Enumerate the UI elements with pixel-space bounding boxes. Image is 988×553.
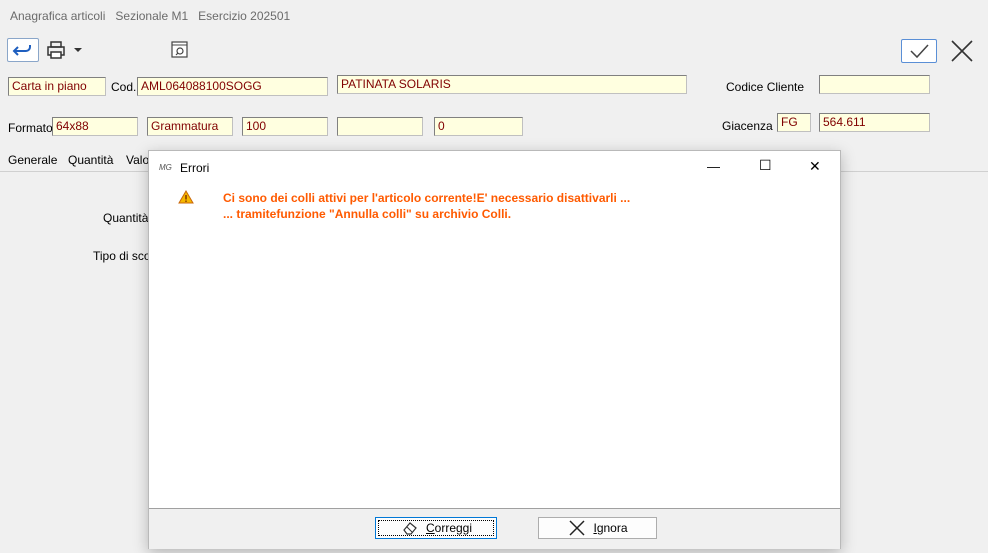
codice-articolo-field[interactable]: AML064088100SOGG bbox=[137, 77, 328, 96]
tipo-sconto-label: Tipo di sco bbox=[93, 249, 151, 263]
dialog-footer: Correggi Ignora bbox=[149, 508, 840, 549]
tab-valori[interactable]: Valo bbox=[126, 153, 149, 167]
descrizione-field[interactable]: PATINATA SOLARIS bbox=[337, 75, 687, 94]
printer-icon bbox=[47, 41, 82, 59]
maximize-button[interactable]: ☐ bbox=[759, 157, 772, 174]
x-icon bbox=[569, 520, 585, 536]
quantita-label: Quantità bbox=[103, 211, 149, 225]
errori-dialog: MG Errori — ☐ ✕ Ci sono dei colli attivi… bbox=[148, 150, 841, 549]
tab-generale[interactable]: Generale bbox=[8, 153, 57, 167]
check-icon bbox=[910, 44, 929, 59]
tipo-articolo-field[interactable]: Carta in piano bbox=[8, 77, 106, 96]
ignora-label: Ignora bbox=[593, 521, 628, 535]
dialog-title: Errori bbox=[180, 161, 210, 175]
giacenza-um-field[interactable]: FG bbox=[777, 113, 811, 132]
app-logo-icon: MG bbox=[159, 163, 172, 172]
tab-quantita[interactable]: Quantità bbox=[68, 153, 113, 167]
dialog-close-button[interactable]: ✕ bbox=[809, 158, 821, 175]
giacenza-label: Giacenza bbox=[722, 119, 773, 133]
dialog-titlebar: MG Errori — ☐ ✕ bbox=[149, 151, 840, 183]
codice-cliente-field[interactable] bbox=[819, 75, 930, 94]
minimize-button[interactable]: — bbox=[707, 159, 720, 174]
correggi-button[interactable]: Correggi bbox=[375, 517, 497, 539]
close-icon bbox=[951, 40, 973, 62]
confirm-button[interactable] bbox=[901, 39, 937, 63]
grammatura-label-field: Grammatura bbox=[147, 117, 233, 136]
preview-icon bbox=[171, 41, 188, 58]
app-titlebar: Anagrafica articoli Sezionale M1 Eserciz… bbox=[0, 0, 988, 34]
giacenza-field[interactable]: 564.611 bbox=[819, 113, 930, 132]
correggi-label: Correggi bbox=[425, 521, 473, 535]
formato-field[interactable]: 64x88 bbox=[52, 117, 138, 136]
back-button[interactable] bbox=[7, 38, 39, 62]
formato-label: Formato bbox=[8, 121, 53, 135]
cod-label: Cod. bbox=[111, 80, 137, 94]
zero-field[interactable]: 0 bbox=[434, 117, 523, 136]
codice-cliente-label: Codice Cliente bbox=[726, 80, 805, 94]
error-message-line1: Ci sono dei colli attivi per l'articolo … bbox=[223, 191, 631, 205]
eraser-icon bbox=[403, 522, 417, 535]
preview-button[interactable] bbox=[170, 40, 190, 60]
grammatura-field[interactable]: 100 bbox=[242, 117, 328, 136]
extra-field[interactable] bbox=[337, 117, 423, 136]
ignora-button[interactable]: Ignora bbox=[538, 517, 657, 539]
window-title: Anagrafica articoli Sezionale M1 Eserciz… bbox=[10, 9, 291, 23]
back-arrow-icon bbox=[12, 45, 31, 56]
print-button[interactable] bbox=[45, 38, 87, 62]
error-message-line2: ... tramitefunzione "Annulla colli" su a… bbox=[223, 207, 512, 221]
warning-icon bbox=[178, 190, 194, 207]
close-window-button[interactable] bbox=[946, 38, 978, 64]
